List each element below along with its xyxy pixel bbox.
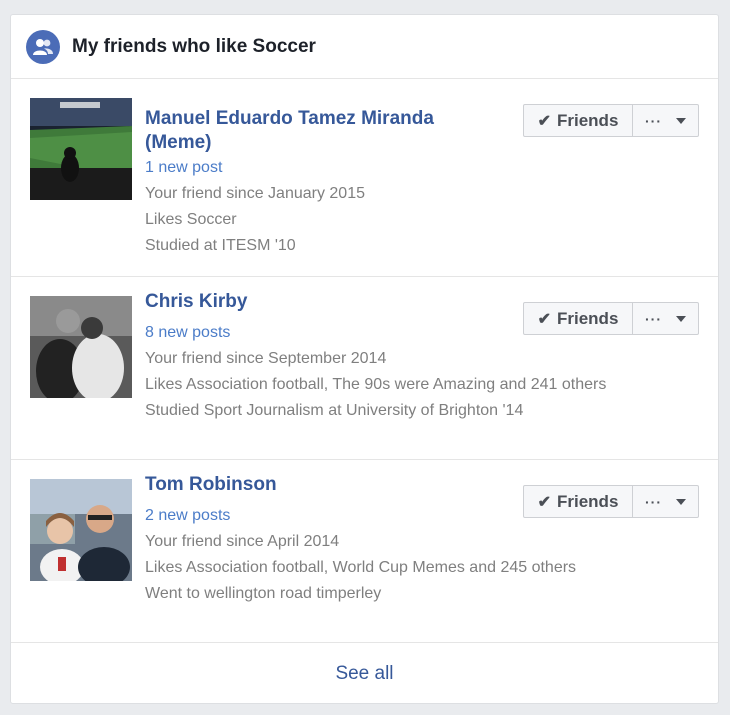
more-dots-icon: ··· <box>645 310 662 327</box>
friend-education: Went to wellington road timperley <box>145 585 382 602</box>
friend-row: Tom Robinson 2 new posts Your friend sin… <box>11 460 718 643</box>
friend-likes: Likes Soccer <box>145 211 237 228</box>
more-dots-icon: ··· <box>645 112 662 129</box>
friend-likes: Likes Association football, World Cup Me… <box>145 559 577 576</box>
friends-button[interactable]: ✔ Friends <box>523 302 633 335</box>
friend-photo-couple[interactable] <box>30 296 132 398</box>
card-header: My friends who like Soccer <box>11 15 718 79</box>
friend-since: Your friend since January 2015 <box>145 185 365 202</box>
friend-education: Studied at ITESM '10 <box>145 237 296 254</box>
friends-icon <box>26 29 60 64</box>
new-posts-link[interactable]: 8 new posts <box>145 320 495 346</box>
friend-actions: ✔ Friends ··· <box>523 104 699 137</box>
checkmark-icon: ✔ <box>537 310 551 328</box>
caret-down-icon <box>676 117 686 124</box>
card-title: My friends who like Soccer <box>72 35 316 57</box>
see-all-link[interactable]: See all <box>335 663 393 685</box>
more-options-button[interactable]: ··· <box>633 302 699 335</box>
friend-actions: ✔ Friends ··· <box>523 302 699 335</box>
friends-button[interactable]: ✔ Friends <box>523 485 633 518</box>
checkmark-icon: ✔ <box>537 112 551 130</box>
friend-name-link[interactable]: Manuel Eduardo Tamez Miranda (Meme) <box>145 107 495 155</box>
friends-card: My friends who like Soccer Manuel Eduard… <box>10 14 719 704</box>
friend-likes: Likes Association football, The 90s were… <box>145 376 607 393</box>
caret-down-icon <box>676 498 686 505</box>
more-options-button[interactable]: ··· <box>633 485 699 518</box>
friend-info: Manuel Eduardo Tamez Miranda (Meme) 1 ne… <box>145 107 495 259</box>
more-options-button[interactable]: ··· <box>633 104 699 137</box>
caret-down-icon <box>676 315 686 322</box>
new-posts-link[interactable]: 2 new posts <box>145 503 495 529</box>
friend-row: Chris Kirby 8 new posts Your friend sinc… <box>11 277 718 460</box>
friend-photo-selfie[interactable] <box>30 479 132 581</box>
card-footer: See all <box>11 643 718 705</box>
friend-name-link[interactable]: Tom Robinson <box>145 473 495 497</box>
friends-button[interactable]: ✔ Friends <box>523 104 633 137</box>
friend-education: Studied Sport Journalism at University o… <box>145 402 524 419</box>
friend-row: Manuel Eduardo Tamez Miranda (Meme) 1 ne… <box>11 79 718 277</box>
friend-info: Chris Kirby 8 new posts Your friend sinc… <box>145 290 607 424</box>
friend-info: Tom Robinson 2 new posts Your friend sin… <box>145 473 577 607</box>
new-posts-link[interactable]: 1 new post <box>145 155 495 181</box>
friend-since: Your friend since April 2014 <box>145 533 340 550</box>
checkmark-icon: ✔ <box>537 493 551 511</box>
friend-name-link[interactable]: Chris Kirby <box>145 290 495 314</box>
friend-actions: ✔ Friends ··· <box>523 485 699 518</box>
friend-since: Your friend since September 2014 <box>145 350 387 367</box>
more-dots-icon: ··· <box>645 493 662 510</box>
friend-photo-stadium[interactable] <box>30 98 132 200</box>
